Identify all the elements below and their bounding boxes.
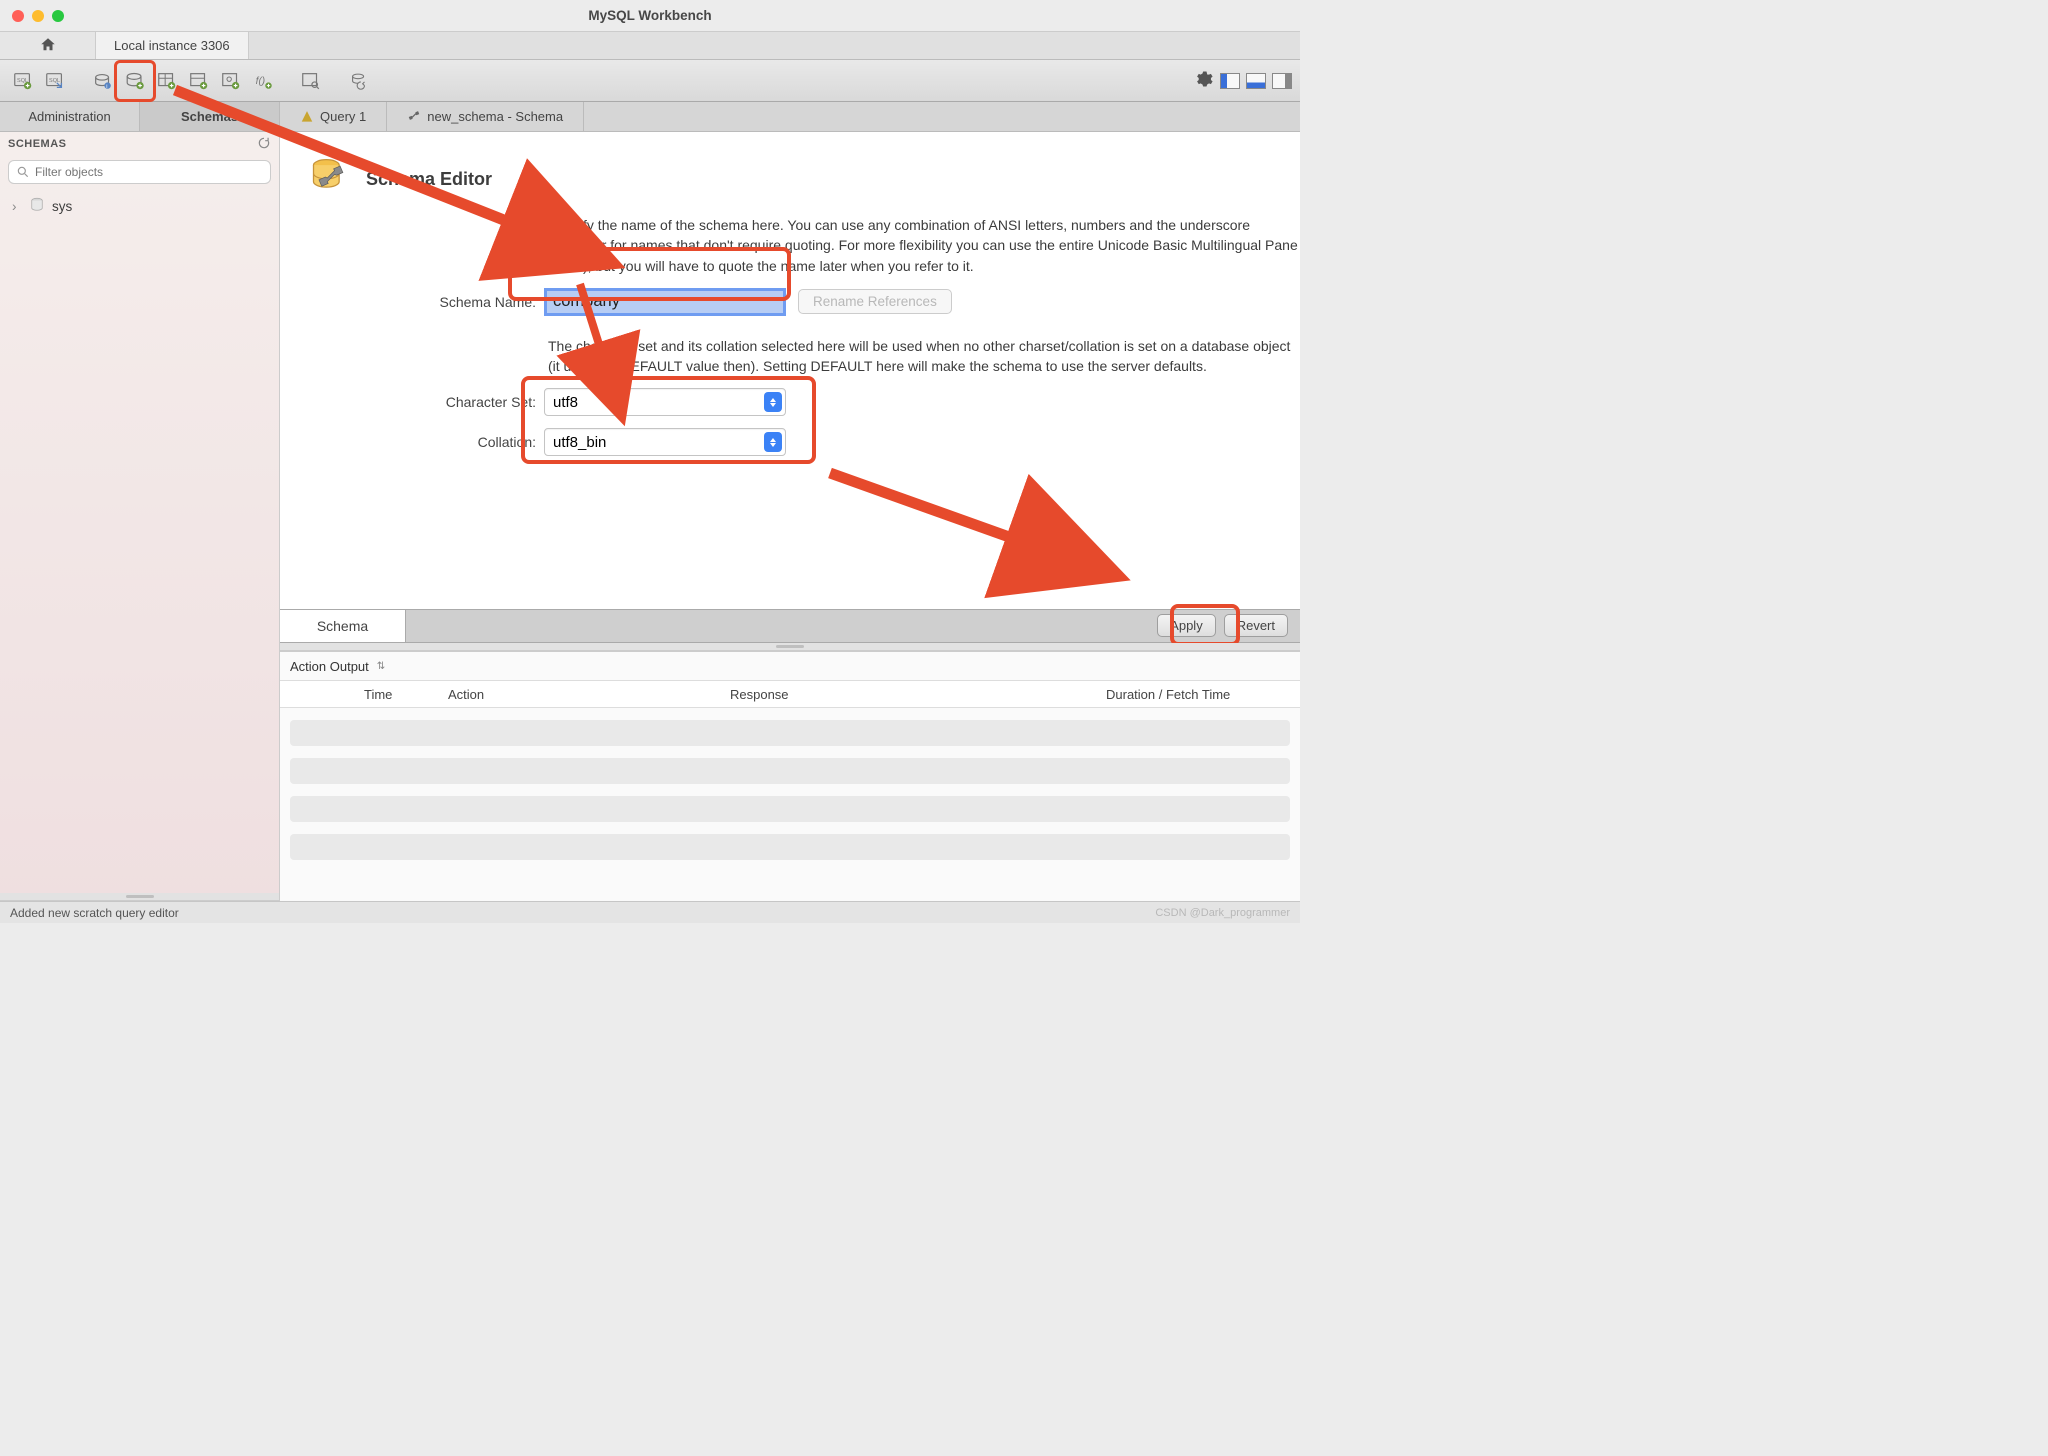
connection-tabs: Local instance 3306 <box>0 32 1300 60</box>
output-sash[interactable] <box>280 643 1300 651</box>
output-columns: Time Action Response Duration / Fetch Ti… <box>280 680 1300 708</box>
rename-references-button[interactable]: Rename References <box>798 289 952 314</box>
new-table-icon[interactable] <box>152 66 182 96</box>
tab-label: Schemas <box>181 109 238 124</box>
search-table-icon[interactable] <box>296 66 326 96</box>
schema-name-input[interactable] <box>544 288 786 316</box>
inspector-icon[interactable]: i <box>88 66 118 96</box>
charset-description: The character set and its collation sele… <box>548 336 1300 377</box>
output-row-placeholder <box>290 720 1290 746</box>
tab-label: Administration <box>28 109 110 124</box>
tab-label: Schema <box>317 618 368 634</box>
output-row-placeholder <box>290 834 1290 860</box>
schemas-header: SCHEMAS <box>8 138 67 150</box>
output-selector-icon[interactable]: ⇅ <box>377 661 385 672</box>
select-arrows-icon <box>764 392 782 412</box>
new-sql-tab-icon[interactable]: SQL <box>8 66 38 96</box>
toggle-right-panel-icon[interactable] <box>1272 73 1292 89</box>
output-header-label: Action Output <box>290 659 369 674</box>
statusbar: Added new scratch query editor CSDN @Dar… <box>0 901 1300 923</box>
tree-item-label: sys <box>52 199 72 214</box>
tab-query-1[interactable]: Query 1 <box>280 102 387 131</box>
revert-button[interactable]: Revert <box>1224 614 1288 637</box>
refresh-icon[interactable] <box>257 136 271 153</box>
col-action: Action <box>444 687 726 702</box>
status-text: Added new scratch query editor <box>10 906 179 920</box>
open-sql-file-icon[interactable]: SQL <box>40 66 70 96</box>
output-row-placeholder <box>290 758 1290 784</box>
col-duration: Duration / Fetch Time <box>1102 687 1300 702</box>
schema-tree: › sys <box>0 188 279 224</box>
collation-select[interactable] <box>544 428 786 456</box>
select-arrows-icon <box>764 432 782 452</box>
output-pane: Action Output ⇅ Time Action Response Dur… <box>280 651 1300 901</box>
reconnect-icon[interactable] <box>344 66 374 96</box>
svg-text:i: i <box>106 83 107 89</box>
sidebar-sash[interactable] <box>0 893 279 901</box>
titlebar: MySQL Workbench <box>0 0 1300 32</box>
toggle-left-panel-icon[interactable] <box>1220 73 1240 89</box>
tree-item-sys[interactable]: › sys <box>12 194 267 218</box>
side-tab-schemas[interactable]: Schemas <box>140 102 280 131</box>
schema-name-description: Specify the name of the schema here. You… <box>548 215 1300 276</box>
schema-name-label: Schema Name: <box>408 294 536 310</box>
connection-tab[interactable]: Local instance 3306 <box>96 31 249 59</box>
collation-label: Collation: <box>408 434 536 450</box>
new-function-icon[interactable]: f() <box>248 66 278 96</box>
col-response: Response <box>726 687 1102 702</box>
editor-tab-strip: Administration Schemas Query 1 new_schem… <box>0 102 1300 132</box>
new-view-icon[interactable] <box>184 66 214 96</box>
col-time: Time <box>360 687 444 702</box>
side-tab-administration[interactable]: Administration <box>0 102 140 131</box>
chevron-right-icon: › <box>12 199 22 214</box>
svg-text:SQL: SQL <box>49 77 60 83</box>
tab-label: new_schema - Schema <box>427 109 563 124</box>
watermark: CSDN @Dark_programmer <box>1155 907 1290 919</box>
editor-title: Schema Editor <box>366 169 492 190</box>
schema-editor-icon <box>308 156 352 203</box>
schema-bottom-tab[interactable]: Schema <box>280 610 406 642</box>
app-title: MySQL Workbench <box>0 8 1300 23</box>
charset-label: Character Set: <box>408 394 536 410</box>
schemas-sidebar: SCHEMAS › sys <box>0 132 280 901</box>
new-schema-icon[interactable] <box>120 66 150 96</box>
svg-text:f(): f() <box>256 75 266 86</box>
database-icon <box>28 196 46 217</box>
tab-new-schema[interactable]: new_schema - Schema <box>387 102 584 131</box>
filter-objects-input[interactable] <box>8 160 271 184</box>
output-row-placeholder <box>290 796 1290 822</box>
charset-select[interactable] <box>544 388 786 416</box>
new-procedure-icon[interactable] <box>216 66 246 96</box>
main-toolbar: SQL SQL i f() <box>0 60 1300 102</box>
toggle-bottom-panel-icon[interactable] <box>1246 73 1266 89</box>
settings-icon[interactable] <box>1194 69 1214 92</box>
schema-bottom-tab-bar: Schema Apply Revert <box>280 609 1300 643</box>
home-tab[interactable] <box>0 31 96 59</box>
apply-button[interactable]: Apply <box>1157 614 1216 637</box>
editor-content: Schema Editor Specify the name of the sc… <box>280 132 1300 901</box>
tab-label: Query 1 <box>320 109 366 124</box>
connection-tab-label: Local instance 3306 <box>114 38 230 53</box>
